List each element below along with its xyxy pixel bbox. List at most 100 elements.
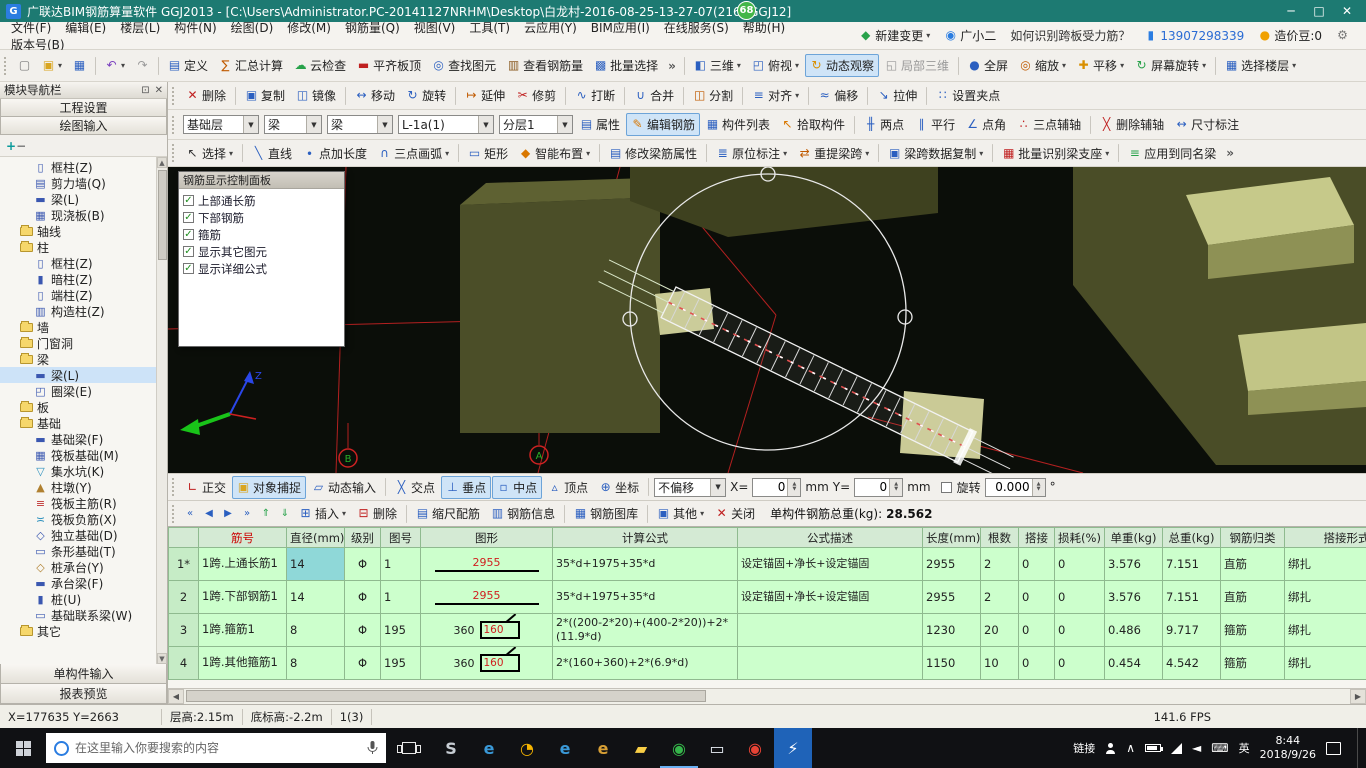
cloud-check-button[interactable]: ☁ 云检查: [289, 54, 351, 77]
gxiaoer-button[interactable]: ◉ 广小二: [939, 24, 1001, 47]
total-weight-cell[interactable]: 7.151: [1162, 580, 1221, 614]
collapse-all-icon[interactable]: −: [16, 139, 26, 153]
notification-app-icon[interactable]: ◔: [508, 728, 546, 768]
browser-360-icon[interactable]: ◉: [660, 728, 698, 768]
rebar-category-cell[interactable]: 直筋: [1220, 547, 1285, 581]
toolbar-button[interactable]: [854, 115, 856, 134]
toolbar-button[interactable]: [158, 56, 160, 75]
minimize-button[interactable]: ─: [1284, 4, 1298, 18]
move-row-up-button[interactable]: ⇑: [257, 505, 275, 523]
redo-button[interactable]: ↷: [131, 56, 154, 75]
column-header[interactable]: 搭接形式: [1284, 527, 1366, 548]
tree-item-raft-foundation[interactable]: ▦ 筏板基础(M): [0, 447, 167, 463]
dimension-button[interactable]: ↔ 尺寸标注: [1170, 113, 1244, 136]
tree-item-frame-column[interactable]: ▯ 框柱(Z): [0, 159, 167, 175]
tree-item-ring-beam[interactable]: ◰ 圈梁(E): [0, 383, 167, 399]
grid-toolbar-button[interactable]: [564, 504, 566, 523]
offset-button[interactable]: ≈ 偏移: [813, 84, 863, 107]
length-cell[interactable]: 2955: [922, 580, 981, 614]
unit-weight-cell[interactable]: 3.576: [1104, 547, 1163, 581]
row-marker[interactable]: 3: [168, 613, 199, 647]
fullscreen-button[interactable]: ● 全屏: [963, 54, 1013, 77]
toolbar-button[interactable]: [683, 56, 685, 75]
tree-item-frame-column2[interactable]: ▯ 框柱(Z): [0, 255, 167, 271]
driver-app-icon[interactable]: ⚡: [774, 728, 812, 768]
rebar-category-cell[interactable]: 箍筋: [1220, 613, 1285, 647]
unit-weight-cell[interactable]: 0.486: [1104, 613, 1163, 647]
orbit-button[interactable]: ↻ 动态观察: [804, 54, 879, 77]
grade-cell[interactable]: Φ: [344, 646, 381, 680]
prev-row-button[interactable]: ◀: [200, 505, 218, 523]
tree-item-column-pier[interactable]: ▲ 柱墩(Y): [0, 479, 167, 495]
edit-rebar-button[interactable]: ✎ 编辑钢筋: [626, 113, 701, 136]
row-marker[interactable]: 2: [168, 580, 199, 614]
grade-cell[interactable]: Φ: [344, 547, 381, 581]
display-option-checkbox[interactable]: ✓ 显示详细公式: [183, 260, 340, 277]
screen-rotate-button[interactable]: ↻ 屏幕旋转 ▾: [1130, 54, 1211, 77]
chevron-down-icon[interactable]: ▼: [243, 116, 258, 133]
shape-cell[interactable]: 360 360 160: [420, 646, 553, 680]
count-cell[interactable]: 2: [980, 580, 1019, 614]
toolbar-button[interactable]: [808, 86, 810, 105]
taskbar-search[interactable]: [46, 733, 386, 763]
tree-scrollbar[interactable]: ▲ ▼: [156, 157, 167, 664]
toolbar-button[interactable]: [242, 144, 244, 162]
apply-to-same-name-beam-button[interactable]: ≡ 应用到同名梁: [1123, 142, 1221, 165]
tree-item-hidden-column[interactable]: ▮ 暗柱(Z): [0, 271, 167, 287]
split-button[interactable]: ◫ 分割: [688, 84, 738, 107]
align-button[interactable]: ≡ 对齐 ▾: [747, 84, 804, 107]
y-offset-input[interactable]: [855, 478, 890, 496]
help-question-link[interactable]: 如何识别跨板受力筋？: [1005, 24, 1135, 47]
view-rebar-qty-button[interactable]: ▥ 查看钢筋量: [502, 54, 588, 77]
scroll-left-icon[interactable]: ◀: [168, 689, 184, 704]
batch-select-button[interactable]: ▩ 批量选择: [589, 54, 663, 77]
count-cell[interactable]: 2: [980, 547, 1019, 581]
column-header[interactable]: 级别: [344, 527, 381, 548]
stretch-button[interactable]: ↘ 拉伸: [872, 84, 922, 107]
scrollbar-thumb[interactable]: [157, 170, 167, 260]
object-snap-button[interactable]: ▣ 对象捕捉: [232, 475, 307, 499]
joint-type-cell[interactable]: 绑扎: [1284, 580, 1366, 614]
insert-row-button[interactable]: ⊞ 插入 ▾: [294, 502, 351, 525]
rotate-checkbox[interactable]: [940, 481, 952, 493]
tree-item-sump-pit[interactable]: ▽ 集水坑(K): [0, 463, 167, 479]
column-header[interactable]: 根数: [980, 527, 1019, 548]
toolbar-button[interactable]: [565, 86, 567, 105]
figure-number-cell[interactable]: 195: [380, 646, 421, 680]
mail-app-icon[interactable]: ▭: [698, 728, 736, 768]
open-button[interactable]: ▣ ▾: [37, 56, 67, 75]
message-count-badge[interactable]: 68: [737, 1, 756, 20]
column-header[interactable]: 总重(kg): [1162, 527, 1221, 548]
total-weight-cell[interactable]: 7.151: [1162, 547, 1221, 581]
toolbar-button[interactable]: [926, 86, 928, 105]
display-option-checkbox[interactable]: ✓ 箍筋: [183, 226, 340, 243]
rebar-name-cell[interactable]: 1跨.下部钢筋1: [198, 580, 287, 614]
scroll-up-icon[interactable]: ▲: [157, 157, 167, 168]
tree-item-raft-negative-rebar[interactable]: ≍ 筏板负筋(X): [0, 511, 167, 527]
two-point-button[interactable]: ╫ 两点: [859, 113, 909, 136]
other-button[interactable]: ▣ 其他 ▾: [652, 502, 709, 525]
lap-cell[interactable]: 0: [1018, 580, 1055, 614]
tree-folder-other[interactable]: 其它: [0, 623, 167, 639]
ortho-button[interactable]: ∟ 正交: [181, 476, 231, 499]
smart-layout-button[interactable]: ◆ 智能布置 ▾: [514, 142, 595, 165]
seafile-app-icon[interactable]: S: [432, 728, 470, 768]
calc-formula-cell[interactable]: 35*d+1975+35*d: [552, 547, 738, 581]
formula-desc-cell[interactable]: 设定锚固+净长+设定锚固: [737, 580, 923, 614]
pan-button[interactable]: ✚ 平移 ▾: [1072, 54, 1129, 77]
toolbar-button[interactable]: [1118, 144, 1120, 162]
rebar-category-cell[interactable]: 箍筋: [1220, 646, 1285, 680]
column-header[interactable]: 损耗(%): [1054, 527, 1105, 548]
zaojiadou-button[interactable]: ● 造价豆:0: [1253, 24, 1327, 47]
show-desktop-button[interactable]: [1357, 728, 1362, 768]
toolbar-button[interactable]: [742, 86, 744, 105]
midpoint-snap-button[interactable]: ▫ 中点: [492, 475, 543, 499]
drag-grip[interactable]: [172, 86, 177, 105]
search-input[interactable]: [75, 741, 361, 755]
column-header[interactable]: 单重(kg): [1104, 527, 1163, 548]
tree-item-beam[interactable]: ▬ 梁(L): [0, 191, 167, 207]
tree-item-foundation-beam[interactable]: ▬ 基础梁(F): [0, 431, 167, 447]
tree-item-pile-cap-beam[interactable]: ▬ 承台梁(F): [0, 575, 167, 591]
pick-component-button[interactable]: ↖ 拾取构件: [776, 113, 850, 136]
zoom-button[interactable]: ◎ 缩放 ▾: [1014, 54, 1071, 77]
